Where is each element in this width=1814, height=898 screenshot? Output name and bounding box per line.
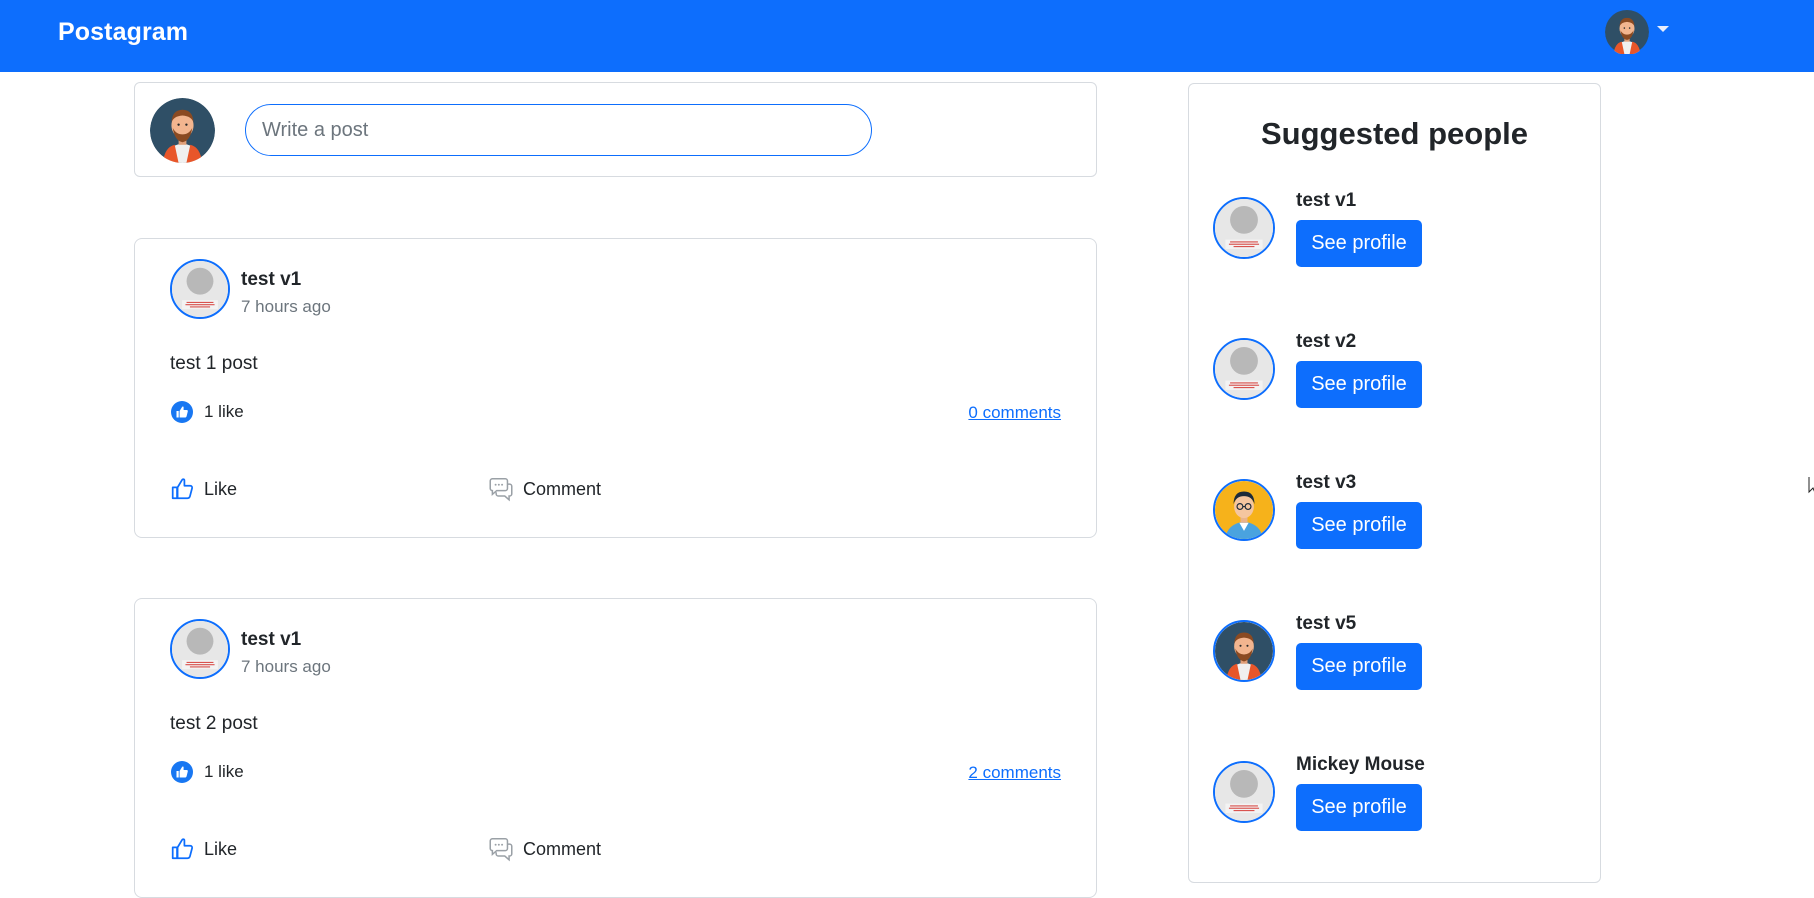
like-button[interactable]: Like — [170, 476, 237, 502]
comment-button-label: Comment — [523, 478, 602, 499]
see-profile-button[interactable]: See profile — [1296, 643, 1422, 690]
suggested-person: test v2 See profile — [1213, 331, 1573, 431]
post-card: test v1 7 hours ago test 2 post 1 like 2… — [134, 598, 1097, 898]
post-like-count: 1 like — [170, 400, 244, 424]
see-profile-button[interactable]: See profile — [1296, 361, 1422, 408]
chevron-down-icon[interactable] — [1657, 26, 1669, 32]
post-body: test 2 post — [170, 713, 258, 734]
suggested-person: test v1 See profile — [1213, 190, 1573, 290]
post-composer — [134, 82, 1097, 177]
like-count-label: 1 like — [204, 402, 244, 421]
suggested-people-title: Suggested people — [1261, 116, 1528, 151]
comment-bubbles-icon — [487, 476, 515, 502]
post-author-name[interactable]: test v1 — [241, 269, 301, 291]
suggested-person-avatar[interactable] — [1213, 338, 1275, 400]
suggested-person: test v3 See profile — [1213, 472, 1573, 572]
thumbs-up-icon — [170, 836, 196, 862]
post-author-avatar[interactable] — [170, 259, 230, 319]
suggested-person-avatar[interactable] — [1213, 620, 1275, 682]
see-profile-button[interactable]: See profile — [1296, 220, 1422, 267]
comment-button[interactable]: Comment — [487, 476, 601, 502]
suggested-person-name: test v2 — [1296, 331, 1357, 352]
comment-bubbles-icon — [487, 836, 515, 862]
post-author-name[interactable]: test v1 — [241, 629, 301, 651]
like-count-label: 1 like — [204, 762, 244, 781]
like-badge-icon — [170, 760, 194, 784]
like-badge-icon — [170, 400, 194, 424]
like-button[interactable]: Like — [170, 836, 237, 862]
comment-button-label: Comment — [523, 838, 602, 859]
mouse-cursor-icon — [1808, 477, 1814, 494]
composer-avatar — [150, 98, 215, 163]
suggested-people-panel: Suggested people test v1 See profile tes… — [1188, 83, 1601, 883]
post-body: test 1 post — [170, 353, 258, 374]
comments-link[interactable]: 2 comments — [968, 763, 1061, 783]
suggested-person-name: Mickey Mouse — [1296, 754, 1425, 775]
post-like-count: 1 like — [170, 760, 244, 784]
user-avatar[interactable] — [1605, 9, 1649, 55]
suggested-person: test v5 See profile — [1213, 613, 1573, 713]
like-button-label: Like — [204, 478, 238, 499]
like-button-label: Like — [204, 838, 238, 859]
see-profile-button[interactable]: See profile — [1296, 784, 1422, 831]
write-post-input[interactable] — [245, 104, 872, 156]
suggested-person-name: test v5 — [1296, 613, 1357, 634]
suggested-person-avatar[interactable] — [1213, 197, 1275, 259]
post-timestamp: 7 hours ago — [241, 297, 331, 316]
suggested-person: Mickey Mouse See profile — [1213, 754, 1573, 854]
see-profile-button[interactable]: See profile — [1296, 502, 1422, 549]
suggested-person-name: test v3 — [1296, 472, 1357, 493]
brand-logo-text[interactable]: Postagram — [58, 18, 188, 47]
top-navbar: Postagram — [0, 0, 1814, 72]
suggested-person-avatar[interactable] — [1213, 479, 1275, 541]
suggested-person-name: test v1 — [1296, 190, 1357, 211]
post-author-avatar[interactable] — [170, 619, 230, 679]
post-card: test v1 7 hours ago test 1 post 1 like 0… — [134, 238, 1097, 538]
thumbs-up-icon — [170, 476, 196, 502]
comment-button[interactable]: Comment — [487, 836, 601, 862]
user-menu-toggle[interactable] — [1605, 9, 1669, 55]
post-timestamp: 7 hours ago — [241, 657, 331, 676]
comments-link[interactable]: 0 comments — [968, 403, 1061, 423]
suggested-person-avatar[interactable] — [1213, 761, 1275, 823]
